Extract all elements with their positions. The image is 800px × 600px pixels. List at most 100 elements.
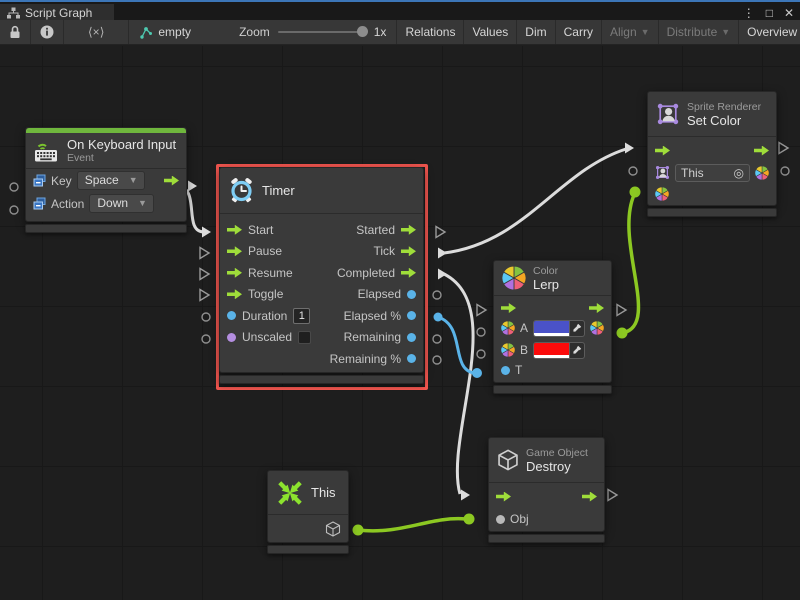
port-setcolor-target-in[interactable] (629, 167, 637, 175)
sprite-port-icon[interactable] (655, 165, 670, 180)
color-port-icon[interactable] (501, 343, 515, 357)
port-lerp-flow-out[interactable] (617, 305, 626, 316)
port-lerp-b-in[interactable] (477, 350, 485, 358)
port-setcolor-result-out[interactable] (781, 167, 789, 175)
port-timer-unscaled-in[interactable] (202, 335, 210, 343)
eyedropper-button[interactable] (569, 321, 584, 336)
timer-remaining-pct-row: Remaining % (330, 348, 416, 370)
color-output-icon[interactable] (755, 166, 769, 180)
carry-button[interactable]: Carry (556, 20, 602, 44)
port-timer-start-in[interactable] (202, 227, 211, 238)
wire-this-to-destroy-obj[interactable] (358, 519, 466, 531)
port-timer-completed-out[interactable] (438, 269, 447, 280)
color-a-swatch[interactable] (534, 321, 569, 333)
port-lerp-flow-in[interactable] (477, 305, 486, 316)
keyboard-flow-out-arrow[interactable] (164, 176, 179, 186)
target-field[interactable]: This ◎ (675, 164, 750, 182)
node-this[interactable]: This (267, 470, 349, 554)
flow-in-arrow[interactable] (227, 268, 242, 278)
port-keyboard-action-in[interactable] (10, 206, 18, 214)
bool-port-dot[interactable] (227, 333, 236, 342)
flow-in-arrow[interactable] (227, 246, 242, 256)
overview-button[interactable]: Overview (739, 20, 800, 44)
port-timer-remaining-out[interactable] (433, 335, 441, 343)
wire-lerp-to-setcolor-color[interactable] (622, 195, 638, 333)
flow-out-arrow[interactable] (589, 303, 604, 313)
port-timer-duration-in[interactable] (202, 313, 210, 321)
flow-in-arrow[interactable] (227, 225, 242, 235)
float-port-dot[interactable] (407, 311, 416, 320)
object-port-dot[interactable] (496, 515, 505, 524)
dim-button[interactable]: Dim (517, 20, 555, 44)
port-timer-elapsed-out[interactable] (433, 291, 441, 299)
action-dropdown[interactable]: Down▼ (89, 194, 154, 213)
duration-input[interactable]: 1 (293, 308, 310, 324)
window-menu-icon[interactable]: ⋮ (743, 6, 755, 20)
port-timer-toggle-in[interactable] (200, 290, 209, 301)
port-timer-remaining-pct-out[interactable] (433, 356, 441, 364)
port-destroy-flow-in[interactable] (461, 490, 470, 501)
node-on-keyboard-input[interactable]: On Keyboard Input Event Key Space▼ (25, 127, 187, 233)
port-lerp-a-in[interactable] (477, 328, 485, 336)
float-port-dot[interactable] (227, 311, 236, 320)
color-output-icon[interactable] (590, 321, 604, 335)
unscaled-checkbox[interactable] (298, 331, 311, 344)
node-set-color[interactable]: Sprite Renderer Set Color This ◎ (647, 91, 777, 217)
flow-in-arrow[interactable] (501, 303, 516, 313)
color-b-field[interactable] (533, 342, 585, 359)
wire-tick-to-setcolor[interactable] (444, 149, 626, 253)
color-port-icon[interactable] (655, 187, 669, 201)
port-timer-pause-in[interactable] (200, 248, 209, 259)
window-close-icon[interactable]: ✕ (784, 6, 794, 20)
port-this-out[interactable] (353, 525, 364, 536)
flow-out-arrow[interactable] (401, 268, 416, 278)
lock-button[interactable] (0, 20, 31, 44)
flow-out-arrow[interactable] (754, 146, 769, 156)
color-b-swatch[interactable] (534, 343, 569, 355)
port-keyboard-flow-out[interactable] (188, 181, 197, 192)
collapse-ports-button[interactable]: ⟨×⟩ (64, 20, 129, 44)
port-timer-tick-out[interactable] (438, 248, 447, 259)
info-button[interactable] (31, 20, 64, 44)
port-timer-elapsed-pct-out[interactable] (434, 313, 443, 322)
node-color-lerp[interactable]: Color Lerp A (493, 260, 612, 394)
port-timer-started-out[interactable] (436, 227, 445, 238)
port-lerp-t-in[interactable] (472, 368, 482, 378)
float-port-dot[interactable] (407, 354, 416, 363)
graph-canvas[interactable]: On Keyboard Input Event Key Space▼ (0, 46, 800, 600)
port-lerp-color-out[interactable] (617, 328, 628, 339)
flow-out-arrow[interactable] (401, 225, 416, 235)
relations-button[interactable]: Relations (397, 20, 464, 44)
port-destroy-obj-in[interactable] (464, 514, 475, 525)
float-port-dot[interactable] (407, 290, 416, 299)
float-port-dot[interactable] (501, 366, 510, 375)
window-maximize-icon[interactable]: □ (766, 6, 773, 20)
flow-in-arrow[interactable] (496, 492, 511, 502)
zoom-slider-handle[interactable] (357, 26, 368, 37)
node-destroy[interactable]: Game Object Destroy Obj (488, 437, 605, 543)
lerp-a-row: A (494, 317, 611, 339)
zoom-slider[interactable] (278, 31, 366, 33)
port-destroy-flow-out[interactable] (608, 490, 617, 501)
color-port-icon[interactable] (501, 321, 515, 335)
flow-out-arrow[interactable] (401, 246, 416, 256)
port-setcolor-flow-out[interactable] (779, 143, 788, 154)
flow-in-arrow[interactable] (227, 289, 242, 299)
game-object-cube-icon[interactable] (325, 521, 341, 537)
flow-in-arrow[interactable] (655, 146, 670, 156)
float-port-dot[interactable] (407, 333, 416, 342)
wire-completed-to-destroy[interactable] (444, 274, 473, 494)
current-graph-chip[interactable]: empty (139, 25, 191, 39)
object-picker-icon[interactable]: ◎ (734, 166, 744, 180)
port-setcolor-flow-in[interactable] (625, 143, 634, 154)
eyedropper-button[interactable] (569, 343, 584, 358)
key-dropdown[interactable]: Space▼ (77, 171, 145, 190)
color-a-field[interactable] (533, 320, 585, 337)
wire-elapsed-to-lerp-t[interactable] (438, 317, 474, 373)
port-keyboard-key-in[interactable] (10, 183, 18, 191)
port-timer-resume-in[interactable] (200, 269, 209, 280)
node-timer[interactable]: Timer Start Pause Resume Toggle Duration… (219, 167, 424, 384)
port-setcolor-color-in[interactable] (630, 187, 641, 198)
flow-out-arrow[interactable] (582, 492, 597, 502)
values-button[interactable]: Values (464, 20, 517, 44)
